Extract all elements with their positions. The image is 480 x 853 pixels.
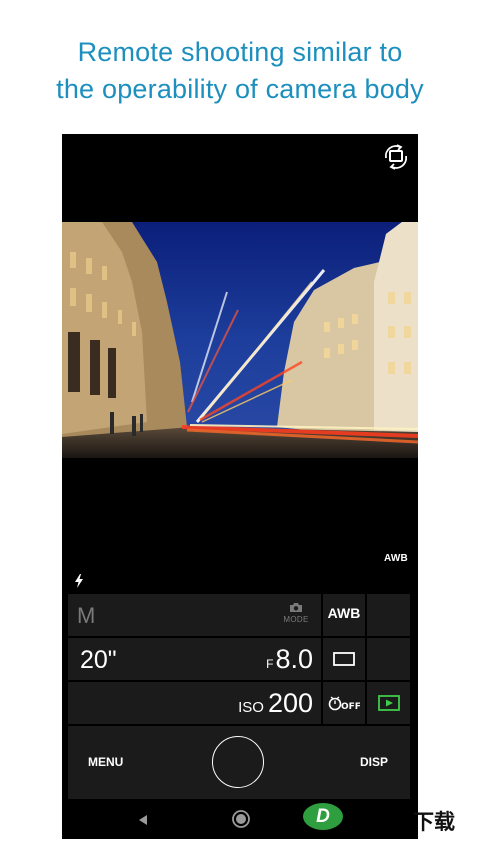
mode-label: MODE [283, 615, 309, 624]
empty-slot-2 [367, 638, 410, 680]
headline: Remote shooting similar to the operabili… [0, 34, 480, 108]
aperture-prefix: F [266, 657, 274, 671]
watermark-text: 下载 [413, 810, 455, 834]
disp-button[interactable]: DISP [360, 755, 388, 769]
home-icon[interactable] [232, 810, 250, 833]
flash-icon [74, 574, 84, 588]
drive-mode-button[interactable] [323, 638, 365, 680]
phone-screen: AWB M MODE AWB 20" F8.0 ISO 200 OFF MENU… [62, 134, 418, 839]
playback-icon [377, 695, 400, 711]
self-timer-button[interactable]: OFF [323, 682, 365, 724]
watermark-logo-letter: D [316, 806, 330, 827]
iso-cell[interactable]: ISO 200 [68, 682, 321, 724]
shooting-control-bar: MENU DISP [68, 726, 410, 799]
awb-indicator: AWB [384, 553, 408, 564]
empty-slot-1 [367, 594, 410, 636]
headline-line-2: the operability of camera body [56, 74, 424, 104]
iso-value: 200 [267, 688, 313, 718]
aperture-value: 8.0 [275, 644, 313, 674]
live-view-image [62, 222, 418, 458]
svg-text:OFF: OFF [341, 702, 360, 712]
watermark: D 下载 [303, 803, 473, 834]
aperture[interactable]: F8.0 [266, 644, 313, 675]
iso-label: ISO [238, 699, 264, 716]
white-balance-label: AWB [327, 605, 361, 621]
back-icon[interactable] [137, 813, 149, 831]
settings-panel: M MODE AWB 20" F8.0 ISO 200 OFF [68, 594, 410, 724]
exposure-cell[interactable]: 20" F8.0 [68, 638, 321, 680]
camera-mode-icon [290, 603, 302, 612]
menu-button[interactable]: MENU [88, 755, 123, 769]
iso-setting[interactable]: ISO 200 [238, 688, 313, 719]
shutter-button[interactable] [212, 736, 264, 788]
white-balance-button[interactable]: AWB [323, 594, 365, 636]
mode-selector[interactable]: MODE [281, 602, 311, 624]
playback-button[interactable] [367, 682, 410, 724]
self-timer-off-icon: OFF [328, 696, 360, 712]
shutter-speed[interactable]: 20" [80, 646, 117, 675]
watermark-logo: D [303, 803, 343, 830]
headline-line-1: Remote shooting similar to [77, 37, 403, 67]
rotate-camera-icon[interactable] [382, 144, 410, 170]
single-shot-icon [333, 652, 355, 666]
mode-cell[interactable]: M MODE [68, 594, 321, 636]
shooting-mode: M [77, 603, 96, 628]
